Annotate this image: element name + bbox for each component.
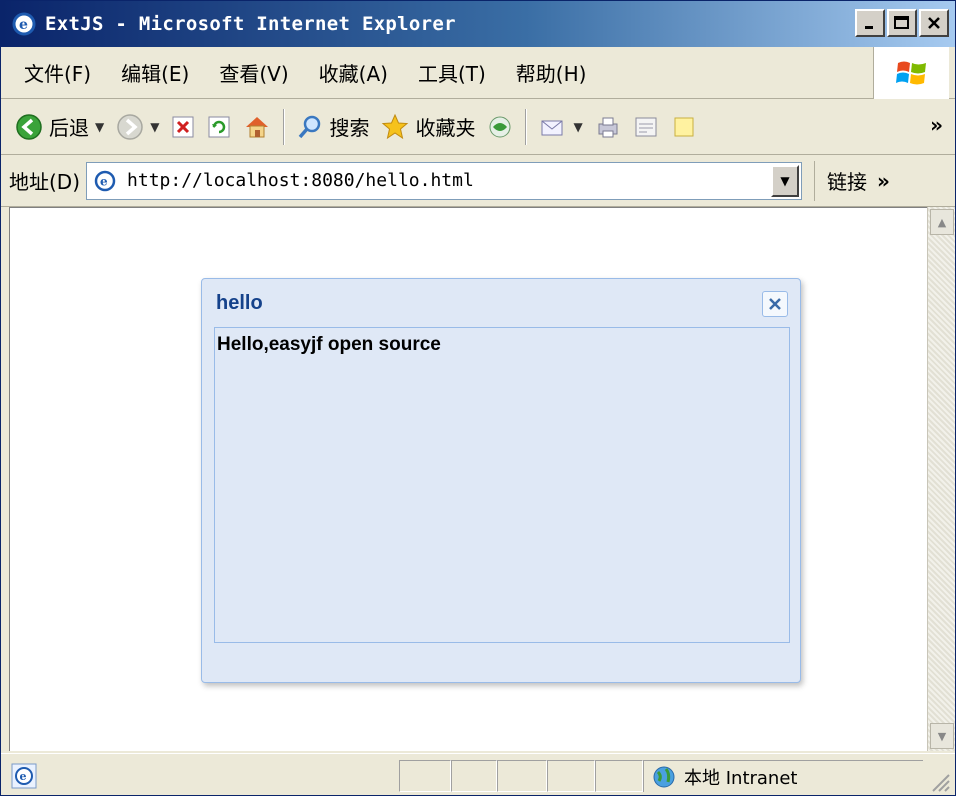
resize-grip-icon[interactable] — [929, 771, 951, 793]
mail-button[interactable]: ▼ — [533, 105, 588, 149]
star-icon — [382, 113, 409, 139]
menu-help[interactable]: 帮助(H) — [501, 53, 602, 93]
search-icon — [299, 115, 321, 138]
window-controls — [855, 9, 949, 37]
toolbar: 后退 ▼ ▼ 搜索 收藏夹 ▼ » — [1, 99, 955, 155]
back-label: 后退 — [49, 116, 89, 140]
chevron-down-icon: ▼ — [937, 729, 947, 743]
media-button[interactable] — [481, 105, 519, 149]
search-label: 搜索 — [329, 116, 370, 140]
address-bar: 地址(D) e http://localhost:8080/hello.html… — [1, 155, 955, 207]
maximize-button[interactable] — [887, 9, 917, 37]
messenger-button[interactable] — [665, 105, 703, 149]
maximize-icon — [894, 16, 909, 29]
menu-tools[interactable]: 工具(T) — [403, 53, 501, 93]
address-label: 地址(D) — [9, 170, 81, 194]
ext-hello-window[interactable]: hello Hello,easyjf open source — [201, 278, 801, 683]
chevron-down-icon[interactable]: ▼ — [573, 120, 582, 134]
address-dropdown-button[interactable]: ▼ — [771, 164, 800, 197]
window-title: ExtJS - Microsoft Internet Explorer — [45, 13, 456, 35]
chevron-down-icon: ▼ — [780, 173, 790, 188]
address-input[interactable]: e http://localhost:8080/hello.html ▼ — [86, 161, 803, 200]
search-button[interactable]: 搜索 — [291, 105, 375, 149]
ext-window-body: Hello,easyjf open source — [214, 327, 790, 643]
ie-status-icon: e — [11, 763, 37, 794]
printer-icon — [598, 117, 618, 137]
status-cell — [595, 760, 643, 792]
close-window-button[interactable] — [919, 9, 949, 37]
ie-window: e ExtJS - Microsoft Internet Explorer 文件… — [0, 0, 956, 796]
toolbar-separator — [283, 108, 286, 145]
scroll-down-button[interactable]: ▼ — [930, 723, 954, 749]
back-arrow-icon — [16, 113, 42, 140]
ie-logo-icon: e — [11, 11, 37, 37]
title-bar[interactable]: e ExtJS - Microsoft Internet Explorer — [1, 1, 955, 47]
favorites-label: 收藏夹 — [415, 116, 476, 140]
scroll-up-button[interactable]: ▲ — [930, 209, 954, 235]
note-icon — [674, 117, 694, 136]
svg-text:e: e — [20, 770, 27, 783]
menu-favorites[interactable]: 收藏(A) — [304, 53, 403, 93]
status-cell — [451, 760, 497, 792]
refresh-button[interactable] — [201, 105, 237, 149]
page-icon: e — [91, 167, 119, 195]
chevron-up-icon: ▲ — [937, 215, 947, 229]
menu-edit[interactable]: 编辑(E) — [106, 53, 204, 93]
links-toolbar[interactable]: 链接 » — [814, 160, 890, 201]
chevron-down-icon[interactable]: ▼ — [150, 120, 159, 134]
chevron-down-icon[interactable]: ▼ — [95, 120, 104, 134]
links-more-chevron[interactable]: » — [877, 169, 890, 193]
favorites-button[interactable]: 收藏夹 — [375, 105, 481, 149]
menu-file[interactable]: 文件(F) — [9, 53, 106, 93]
close-icon — [928, 17, 940, 29]
windows-flag-icon — [873, 47, 949, 99]
close-icon — [769, 298, 781, 310]
edit-button[interactable] — [627, 105, 665, 149]
home-icon — [246, 116, 269, 137]
menu-bar: 文件(F) 编辑(E) 查看(V) 收藏(A) 工具(T) 帮助(H) — [1, 47, 955, 99]
edit-page-icon — [635, 117, 657, 136]
links-label: 链接 — [827, 170, 868, 194]
print-button[interactable] — [589, 105, 627, 149]
toolbar-separator — [525, 108, 528, 145]
media-icon — [489, 116, 511, 137]
ext-window-header[interactable]: hello — [202, 279, 800, 327]
forward-arrow-icon — [117, 113, 143, 140]
minimize-button[interactable] — [855, 9, 885, 37]
forward-button[interactable]: ▼ — [110, 105, 165, 149]
toolbar-more-chevron[interactable]: » — [930, 113, 943, 137]
zone-label: 本地 Intranet — [684, 767, 798, 789]
security-zone[interactable]: 本地 Intranet — [643, 760, 923, 792]
status-cell — [399, 760, 451, 792]
status-cell — [497, 760, 547, 792]
ext-body-text: Hello,easyjf open source — [217, 334, 441, 355]
refresh-icon — [208, 116, 230, 137]
home-button[interactable] — [237, 105, 277, 149]
address-url: http://localhost:8080/hello.html — [127, 170, 474, 191]
menu-view[interactable]: 查看(V) — [204, 53, 303, 93]
status-bar: e 本地 Intranet — [1, 753, 955, 795]
intranet-globe-icon — [653, 766, 675, 787]
back-button[interactable]: 后退 ▼ — [9, 105, 110, 149]
vertical-scrollbar[interactable]: ▲ ▼ — [927, 207, 955, 751]
stop-icon — [172, 116, 194, 137]
ext-close-button[interactable] — [762, 291, 788, 317]
minimize-icon — [865, 26, 873, 29]
ext-window-title: hello — [216, 291, 263, 314]
svg-text:e: e — [19, 17, 28, 33]
status-cell — [547, 760, 595, 792]
stop-button[interactable] — [165, 105, 201, 149]
mail-icon — [541, 120, 563, 135]
svg-text:e: e — [100, 174, 108, 188]
